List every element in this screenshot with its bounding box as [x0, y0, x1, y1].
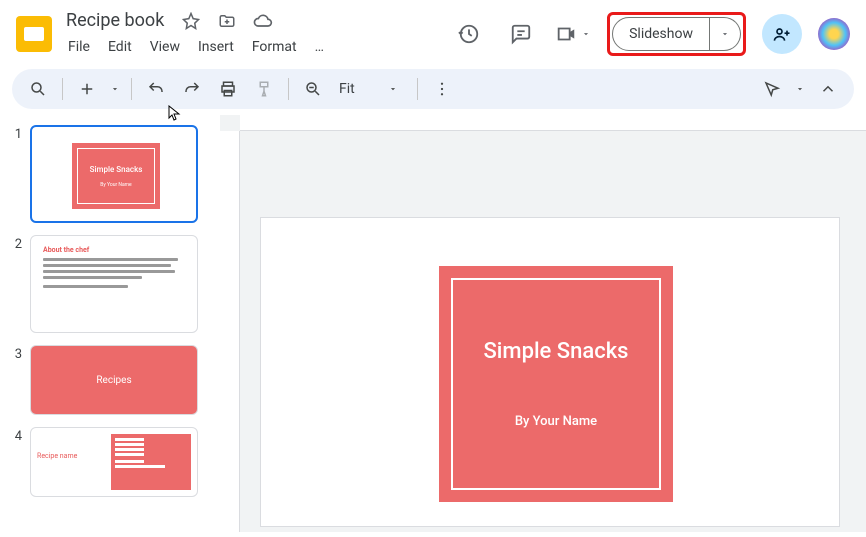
slide-panel[interactable]: 1 Simple Snacks By Your Name 2 About the… [0, 115, 220, 532]
account-avatar[interactable] [818, 18, 850, 50]
slideshow-dropdown[interactable] [710, 17, 741, 51]
redo-button[interactable] [176, 73, 208, 105]
more-tools-icon[interactable] [426, 73, 458, 105]
paint-format-button[interactable] [248, 73, 280, 105]
header-right: Slideshow [451, 12, 850, 56]
zoom-icon[interactable] [297, 73, 329, 105]
thumb-title: Recipe name [37, 452, 105, 460]
pointer-dropdown[interactable] [792, 73, 808, 105]
slide-number: 2 [8, 235, 22, 333]
toolbar: Fit [12, 69, 854, 109]
pointer-mode-icon[interactable] [756, 73, 788, 105]
menu-file[interactable]: File [60, 35, 98, 59]
thumbnail[interactable]: Recipe name [30, 427, 198, 497]
share-button[interactable] [762, 14, 802, 54]
separator [288, 78, 289, 100]
slide-title-text[interactable]: Simple Snacks [483, 339, 628, 364]
search-icon[interactable] [22, 73, 54, 105]
slideshow-highlight: Slideshow [607, 12, 746, 56]
zoom-level[interactable]: Fit [333, 81, 373, 97]
menu-edit[interactable]: Edit [100, 35, 140, 59]
thumb-title: About the chef [43, 246, 185, 254]
new-slide-button[interactable] [71, 73, 103, 105]
slide-thumb-3[interactable]: 3 Recipes [8, 345, 212, 415]
star-icon[interactable] [180, 10, 202, 32]
slide-thumb-1[interactable]: 1 Simple Snacks By Your Name [8, 125, 212, 223]
vertical-ruler [220, 131, 240, 532]
slide-number: 4 [8, 427, 22, 497]
slide-canvas[interactable]: Simple Snacks By Your Name [260, 217, 840, 527]
slide-thumb-2[interactable]: 2 About the chef [8, 235, 212, 333]
title-box[interactable]: Simple Snacks By Your Name [439, 266, 673, 502]
menu-insert[interactable]: Insert [190, 35, 242, 59]
separator [417, 78, 418, 100]
separator [131, 78, 132, 100]
new-slide-dropdown[interactable] [107, 73, 123, 105]
app-header: Recipe book File Edit View Insert Format… [0, 0, 866, 63]
thumbnail[interactable]: Simple Snacks By Your Name [30, 125, 198, 223]
move-icon[interactable] [216, 10, 238, 32]
canvas-area[interactable]: Simple Snacks By Your Name [220, 115, 866, 532]
meet-button[interactable] [555, 16, 591, 52]
document-title[interactable]: Recipe book [60, 8, 170, 33]
print-button[interactable] [212, 73, 244, 105]
thumb-title: Recipes [96, 375, 131, 386]
menu-view[interactable]: View [142, 35, 188, 59]
slide-number: 1 [8, 125, 22, 223]
thumb-subtitle: By Your Name [100, 182, 131, 188]
slide-number: 3 [8, 345, 22, 415]
comments-icon[interactable] [503, 16, 539, 52]
slide-subtitle-text[interactable]: By Your Name [515, 414, 597, 429]
menu-format[interactable]: Format [244, 35, 305, 59]
main-area: 1 Simple Snacks By Your Name 2 About the… [0, 115, 866, 532]
slide-thumb-4[interactable]: 4 Recipe name [8, 427, 212, 497]
thumbnail[interactable]: Recipes [30, 345, 198, 415]
slides-logo[interactable] [16, 16, 52, 52]
cloud-status-icon[interactable] [252, 10, 274, 32]
history-icon[interactable] [451, 16, 487, 52]
menubar: File Edit View Insert Format … [60, 35, 332, 59]
menu-more[interactable]: … [307, 35, 332, 59]
thumbnail[interactable]: About the chef [30, 235, 198, 333]
undo-button[interactable] [140, 73, 172, 105]
separator [62, 78, 63, 100]
thumb-title: Simple Snacks [90, 165, 143, 174]
zoom-dropdown[interactable] [377, 73, 409, 105]
slideshow-button[interactable]: Slideshow [612, 17, 710, 51]
title-area: Recipe book File Edit View Insert Format… [60, 8, 332, 59]
collapse-toolbar-icon[interactable] [812, 73, 844, 105]
horizontal-ruler [240, 115, 866, 131]
